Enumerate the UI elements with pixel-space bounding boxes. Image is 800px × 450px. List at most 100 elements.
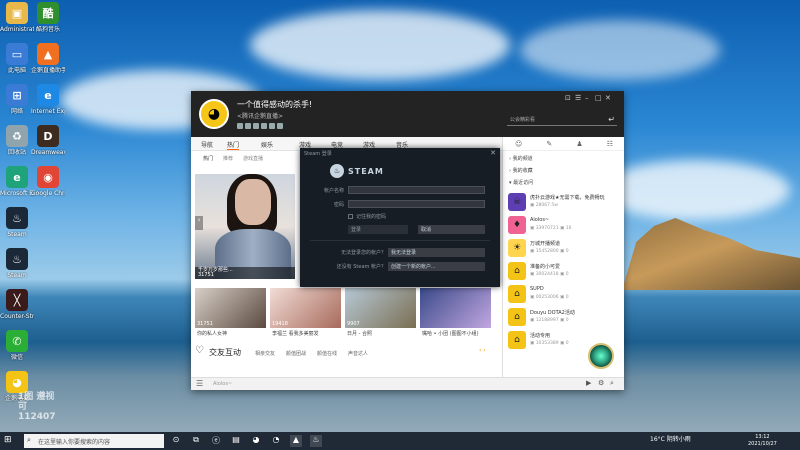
user-folder-icon[interactable]: ▣ [6, 2, 28, 24]
desktop-icon-item[interactable]: ✆ 微信 [0, 330, 34, 361]
panel-section-header[interactable]: › 我的频道 [509, 155, 533, 162]
nav-tab[interactable]: 导航 [201, 140, 213, 149]
desktop-icon-item[interactable] [31, 289, 65, 313]
contacts-icon[interactable]: ♟ [576, 140, 582, 150]
banner-prev-arrow[interactable]: ‹ [195, 216, 203, 230]
menu-icon[interactable]: ☰ [575, 94, 581, 102]
network-icon[interactable]: ⊞ [6, 84, 28, 106]
live-assistant-icon[interactable]: ▲ [37, 43, 59, 65]
chrome-icon[interactable]: ◉ [37, 166, 59, 188]
panel-section-header[interactable]: › 我的收藏 [509, 167, 533, 174]
stream-thumbnail[interactable]: 19418 [270, 288, 341, 328]
edge-icon[interactable]: e [6, 166, 28, 188]
account-input[interactable] [348, 186, 485, 194]
create-account-button[interactable]: 创建一个新的帐户... [388, 262, 485, 271]
avatar[interactable]: ◕ [199, 99, 229, 129]
search-input[interactable]: 公会精彩看 ↵ [507, 114, 617, 126]
stream-thumbnail[interactable]: 31751 [195, 288, 266, 328]
desktop-icon-item[interactable]: ▲ 企鹅直播助手 [31, 43, 65, 74]
panel-section-header[interactable]: ▾ 最近访问 [509, 179, 533, 186]
sub-nav-tab[interactable]: 游戏直播 [243, 155, 263, 162]
stream-thumbnail[interactable] [420, 288, 491, 328]
kugou-icon[interactable]: 酷 [37, 2, 59, 24]
channel-list-item[interactable]: ☀ 万城开播频道 ▣ 15452800 ▣ 0 [508, 239, 620, 259]
recycle-bin-icon[interactable]: ♻ [6, 125, 28, 147]
skin-icon[interactable]: ⊡ [565, 94, 571, 102]
close-icon[interactable]: ✕ [605, 94, 611, 102]
desktop-icon-item[interactable]: e Microsoft Edge [0, 166, 34, 197]
desktop-icon-item[interactable]: ♨ Steam [0, 248, 34, 279]
app-icon[interactable]: ◔ [270, 435, 282, 447]
penguin-esports-icon[interactable]: ◕ [6, 371, 28, 393]
social-tab[interactable]: 声音达人 [348, 350, 368, 357]
channel-list-item[interactable]: ☠ 虎扑云游戏★无需下载，免费畅玩 ▣ 28067.5w [508, 193, 620, 213]
desktop-icon-item[interactable]: ▭ 此电脑 [0, 43, 34, 74]
cancel-button[interactable]: 取消 [418, 225, 485, 234]
wechat-icon[interactable]: ✆ [6, 330, 28, 352]
desktop-icon-item[interactable] [31, 207, 65, 231]
steam-icon[interactable]: ♨ [310, 435, 322, 447]
lost-account-button[interactable]: 我无法登录 [388, 248, 485, 257]
menu-icon[interactable]: ☰ [196, 379, 203, 388]
stream-thumbnail[interactable]: 9907 [345, 288, 416, 328]
edge-icon[interactable]: ⓔ [210, 435, 222, 447]
channel-list-item[interactable]: ⌂ SUPD ▣ 00253006 ▣ 0 [508, 285, 620, 305]
channel-list-item[interactable]: ♦ Aiolos~ ▣ 33970721 ▣ 16 [508, 216, 620, 236]
sub-nav-tab[interactable]: 推荐 [223, 155, 233, 162]
task-view-icon[interactable]: ⊙ [170, 435, 182, 447]
dreamweaver-icon[interactable]: D [37, 125, 59, 147]
desktop-icon-item[interactable]: e Internet Explorer [31, 84, 65, 115]
nav-tab[interactable]: 娱乐 [261, 140, 273, 149]
tray-weather[interactable]: 16°C 阴转小雨 [650, 434, 691, 443]
game-icon[interactable]: ╳ [6, 289, 28, 311]
desktop-icon-item[interactable]: ◉ Google Chrome [31, 166, 65, 197]
blank-icon-3[interactable] [37, 289, 59, 311]
desktop-icon-item[interactable]: ♻ 回收站 [0, 125, 34, 156]
login-button[interactable]: 登录 [348, 225, 408, 234]
steam-icon[interactable]: ♨ [6, 207, 28, 229]
social-next-arrow[interactable]: ‹ › [479, 347, 486, 354]
blank-icon[interactable] [37, 207, 59, 229]
desktop-icon-item[interactable] [31, 330, 65, 354]
desktop-icon-item[interactable]: 酷酷狗音乐 [31, 2, 65, 33]
ie-icon[interactable]: e [37, 84, 59, 106]
blank-icon-2[interactable] [37, 248, 59, 270]
social-tab[interactable]: 相亲交友 [255, 350, 275, 357]
globe-icon[interactable] [588, 343, 614, 369]
social-tab[interactable]: 颜值团战 [286, 350, 306, 357]
windows-start-icon[interactable]: ⊞ [4, 435, 16, 447]
desktop-icon-item[interactable]: ⊞ 网络 [0, 84, 34, 115]
list-icon[interactable]: ☷ [607, 140, 613, 150]
sub-nav-tab[interactable]: 热门 [203, 155, 213, 162]
checkbox-box[interactable] [348, 214, 353, 219]
desktop-icon-item[interactable] [31, 248, 65, 272]
store-icon[interactable]: ▤ [230, 435, 242, 447]
social-tab[interactable]: 颜值在线 [317, 350, 337, 357]
nav-tab[interactable]: 热门 [227, 140, 240, 150]
blank-icon-4[interactable] [37, 330, 59, 352]
search-icon[interactable]: ↵ [608, 115, 615, 124]
desktop-icon-item[interactable]: ╳ Counter-Strike [0, 289, 34, 320]
maximize-icon[interactable]: □ [595, 94, 602, 102]
edit-icon[interactable]: ✎ [546, 140, 552, 150]
close-icon[interactable]: ✕ [490, 149, 496, 157]
profile-icon[interactable]: ☺ [515, 140, 522, 150]
steam-icon-2[interactable]: ♨ [6, 248, 28, 270]
taskbar-search-input[interactable]: ⌕ 在这里输入你要搜索的内容 [24, 434, 164, 448]
computer-icon[interactable]: ▭ [6, 43, 28, 65]
desktop-icon-item[interactable]: D Dreamweaver Illustrator [31, 125, 65, 156]
remember-checkbox[interactable]: 记住我的密码 [348, 213, 386, 220]
password-input[interactable] [348, 200, 485, 208]
channel-list-item[interactable]: ⌂ Douyu DOTA2活动 ▣ 12188997 ▣ 0 [508, 308, 620, 328]
kugou-icon[interactable]: ◕ [250, 435, 262, 447]
desktop-icon-item[interactable]: ♨ Steam [0, 207, 34, 238]
banner-image[interactable] [195, 174, 295, 279]
live-assistant-icon[interactable]: ▲ [290, 435, 302, 447]
clock[interactable]: 13:12 2021/10/27 [748, 434, 777, 448]
minimize-icon[interactable]: – [585, 94, 589, 102]
desktop-icon-item[interactable]: ▣ Administrator [0, 2, 34, 33]
multitask-icon[interactable]: ⧉ [190, 435, 202, 447]
search-icon[interactable]: ⌕ [610, 379, 614, 388]
video-icon[interactable]: ▶ [586, 379, 591, 387]
channel-list-item[interactable]: ⌂ 准备的小可爱 ▣ 30024418 ▣ 0 [508, 262, 620, 282]
